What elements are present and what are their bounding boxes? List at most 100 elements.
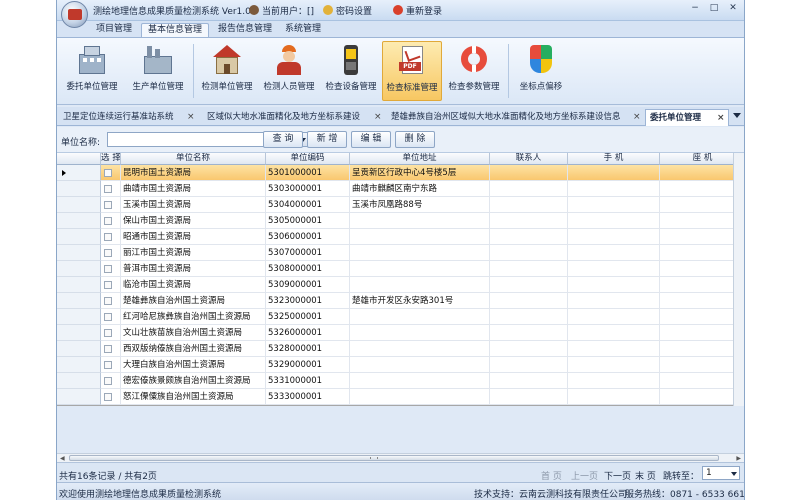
scroll-right-icon[interactable]: ▶ [736, 455, 741, 462]
column-header-unit-code[interactable]: 单位编码 [266, 153, 350, 165]
column-header-mobile[interactable]: 手 机 [568, 153, 660, 165]
unit-address-cell: 楚雄市开发区永安路301号 [350, 293, 490, 309]
row-header[interactable] [57, 277, 101, 293]
row-checkbox[interactable] [104, 281, 112, 289]
table-row[interactable]: 大理白族自治州国土资源局 5329000001 [57, 357, 744, 373]
mobile-cell [568, 165, 660, 181]
table-row[interactable]: 玉溪市国土资源局 5304000001 玉溪市凤凰路88号 [57, 197, 744, 213]
menu-tab-basic-info[interactable]: 基本信息管理 [141, 23, 210, 37]
row-checkbox[interactable] [104, 377, 112, 385]
relogin-button[interactable]: 重新登录 [393, 4, 442, 17]
row-header[interactable] [57, 373, 101, 389]
prev-page-button[interactable]: 上一页 [571, 469, 598, 482]
row-checkbox[interactable] [104, 265, 112, 273]
row-header[interactable] [57, 261, 101, 277]
menu-tab-project[interactable]: 项目管理 [90, 23, 138, 37]
unit-address-cell [350, 373, 490, 389]
password-settings-button[interactable]: 密码设置 [323, 4, 372, 17]
inspector-button[interactable]: 检测人员管理 [259, 41, 319, 101]
row-checkbox[interactable] [104, 249, 112, 257]
doc-tab-chuxiong-geoid[interactable]: 楚雄彝族自治州区域似大地水准面精化及地方坐标系建设信息 × [387, 109, 643, 126]
equipment-button[interactable]: 检查设备管理 [321, 41, 381, 101]
horizontal-scrollbar[interactable]: ◀ ▶ [57, 453, 744, 462]
row-checkbox[interactable] [104, 345, 112, 353]
first-page-button[interactable]: 首 页 [541, 469, 562, 482]
coordinate-offset-button[interactable]: 坐标点偏移 [512, 41, 570, 101]
row-checkbox[interactable] [104, 217, 112, 225]
column-header-unit-name[interactable]: 单位名称 [121, 153, 266, 165]
column-header-select[interactable]: 选 择 [101, 153, 121, 165]
maximize-button[interactable]: □ [705, 2, 723, 16]
add-button[interactable]: 新 增 [307, 131, 347, 148]
table-row[interactable]: 丽江市国土资源局 5307000001 [57, 245, 744, 261]
column-header-landline[interactable]: 座 机 [660, 153, 744, 165]
row-header[interactable] [57, 293, 101, 309]
edit-button[interactable]: 编 辑 [351, 131, 391, 148]
table-row[interactable]: 文山壮族苗族自治州国土资源局 5326000001 [57, 325, 744, 341]
row-checkbox[interactable] [104, 297, 112, 305]
row-checkbox[interactable] [104, 233, 112, 241]
table-row[interactable]: 昆明市国土资源局 5301000001 呈贡新区行政中心4号楼5层 [57, 165, 744, 181]
row-header[interactable] [57, 229, 101, 245]
client-unit-button[interactable]: 委托单位管理 [61, 41, 123, 101]
menu-tab-report-info[interactable]: 报告信息管理 [212, 23, 278, 37]
close-tab-icon[interactable]: × [633, 109, 641, 125]
next-page-button[interactable]: 下一页 [604, 469, 631, 482]
minimize-button[interactable]: − [686, 2, 704, 16]
close-tab-icon[interactable]: × [374, 109, 382, 125]
query-button[interactable]: 查 询 [263, 131, 303, 148]
close-tab-icon[interactable]: × [187, 109, 195, 125]
tab-list-dropdown-icon[interactable] [733, 113, 741, 118]
row-checkbox[interactable] [104, 393, 112, 401]
row-checkbox[interactable] [104, 201, 112, 209]
unit-code-cell: 5323000001 [266, 293, 350, 309]
table-row[interactable]: 保山市国土资源局 5305000001 [57, 213, 744, 229]
inspection-unit-button[interactable]: 检测单位管理 [197, 41, 257, 101]
app-logo-icon[interactable] [61, 1, 88, 28]
row-checkbox[interactable] [104, 169, 112, 177]
row-header[interactable] [57, 341, 101, 357]
table-row[interactable]: 曲靖市国土资源局 5303000001 曲靖市麒麟区南宁东路 [57, 181, 744, 197]
doc-tab-geoid[interactable]: 区域似大地水准面精化及地方坐标系建设 × [203, 109, 387, 126]
landline-cell [660, 277, 744, 293]
table-row[interactable]: 普洱市国土资源局 5308000001 [57, 261, 744, 277]
table-row[interactable]: 西双版纳傣族自治州国土资源局 5328000001 [57, 341, 744, 357]
table-row[interactable]: 德宏傣族景颇族自治州国土资源局 5331000001 [57, 373, 744, 389]
table-row[interactable]: 昭通市国土资源局 5306000001 [57, 229, 744, 245]
row-header[interactable] [57, 357, 101, 373]
table-row[interactable]: 楚雄彝族自治州国土资源局 5323000001 楚雄市开发区永安路301号 [57, 293, 744, 309]
last-page-button[interactable]: 末 页 [635, 469, 656, 482]
horizontal-scroll-thumb[interactable] [69, 455, 719, 461]
vertical-scrollbar[interactable] [733, 153, 744, 406]
unit-address-cell [350, 309, 490, 325]
inspection-standard-button[interactable]: PDF 检查标准管理 [382, 41, 442, 101]
scroll-left-icon[interactable]: ◀ [60, 455, 65, 462]
delete-button[interactable]: 删 除 [395, 131, 435, 148]
column-header-contact[interactable]: 联系人 [490, 153, 568, 165]
close-button[interactable]: ✕ [724, 2, 742, 16]
table-row[interactable]: 怒江傈僳族自治州国土资源局 5333000001 [57, 389, 744, 405]
row-header[interactable] [57, 389, 101, 405]
doc-tab-client-unit[interactable]: 委托单位管理 × [645, 109, 729, 126]
table-row[interactable]: 红河哈尼族彝族自治州国土资源局 5325000001 [57, 309, 744, 325]
landline-cell [660, 389, 744, 405]
row-checkbox[interactable] [104, 185, 112, 193]
page-select[interactable]: 1 [702, 466, 740, 480]
row-header[interactable] [57, 181, 101, 197]
row-checkbox[interactable] [104, 361, 112, 369]
menu-tab-system[interactable]: 系统管理 [279, 23, 327, 37]
row-header[interactable] [57, 245, 101, 261]
row-header[interactable] [57, 197, 101, 213]
column-header-unit-address[interactable]: 单位地址 [350, 153, 490, 165]
row-header[interactable] [57, 213, 101, 229]
row-header[interactable] [57, 165, 101, 181]
table-row[interactable]: 临沧市国土资源局 5309000001 [57, 277, 744, 293]
row-checkbox[interactable] [104, 329, 112, 337]
row-checkbox[interactable] [104, 313, 112, 321]
doc-tab-cors[interactable]: 卫星定位连续运行基准站系统 × [59, 109, 201, 126]
close-tab-icon[interactable]: × [717, 110, 725, 126]
production-unit-button[interactable]: 生产单位管理 [127, 41, 189, 101]
inspection-params-button[interactable]: 检查参数管理 [444, 41, 504, 101]
row-header[interactable] [57, 309, 101, 325]
row-header[interactable] [57, 325, 101, 341]
